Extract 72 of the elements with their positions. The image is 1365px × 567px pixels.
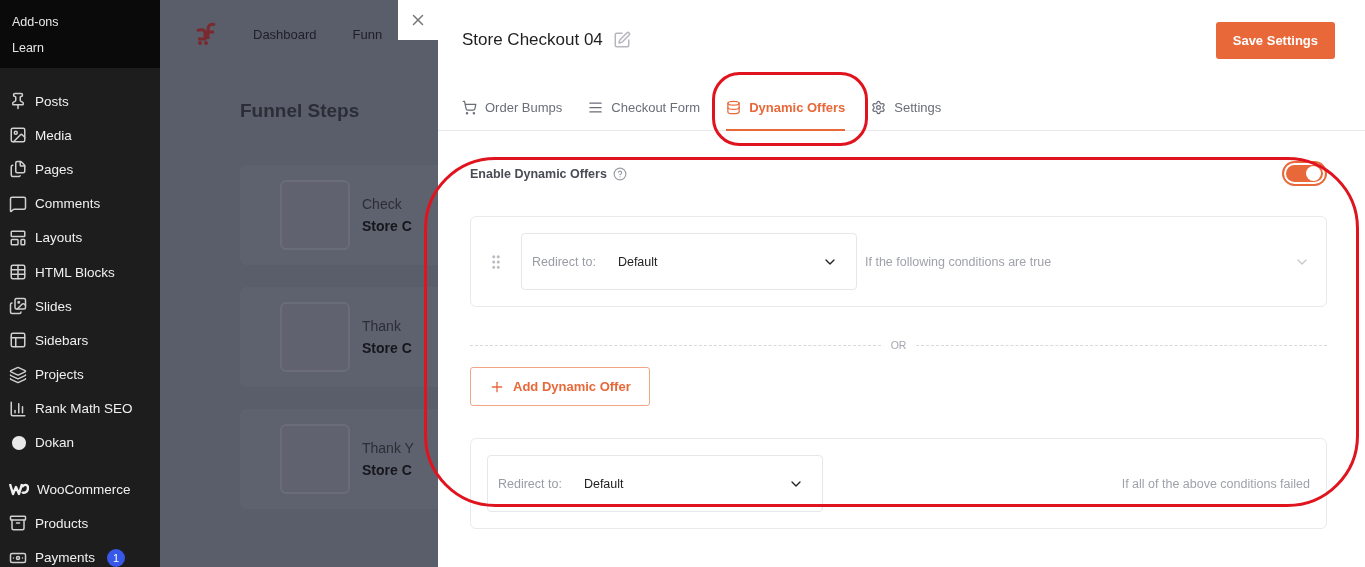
menu-label: Posts: [35, 93, 69, 109]
menu-item[interactable]: Pages: [0, 152, 160, 187]
step-name: Store C: [362, 340, 412, 356]
menu-label: Media: [35, 127, 72, 143]
condition-text: If the following conditions are true: [865, 254, 1053, 269]
menu-label: Projects: [35, 367, 84, 383]
menu-item[interactable]: Posts: [0, 84, 160, 119]
tab[interactable]: Order Bumps: [462, 88, 563, 131]
menu-label: Pages: [35, 161, 74, 177]
menu-item[interactable]: Sidebars: [0, 323, 160, 358]
close-button[interactable]: [398, 0, 438, 40]
menu-icon: [9, 297, 27, 316]
menu-label: Dokan: [35, 435, 75, 451]
tab-icon: [588, 100, 604, 115]
edit-icon[interactable]: [612, 31, 631, 49]
redirect-select[interactable]: Redirect to: Default: [521, 233, 857, 290]
cart-logo-icon: [195, 22, 217, 46]
or-separator: OR: [890, 339, 907, 351]
menu-label: WooCommerce: [37, 481, 131, 497]
redirect-label: Redirect to:: [532, 254, 596, 269]
drawer-title: Store Checkout 04: [462, 30, 603, 50]
menu-icon: [9, 514, 27, 533]
redirect-value: Default: [617, 254, 659, 269]
menu-item[interactable]: Add-ons: [0, 10, 160, 36]
tab-icon: [726, 100, 742, 115]
redirect-value: Default: [583, 476, 625, 491]
tab-icon: [871, 100, 887, 115]
step-type: Thank: [362, 318, 402, 334]
menu-icon: [9, 331, 27, 350]
w-logo-icon: [9, 482, 29, 497]
menu-item[interactable]: Products: [0, 506, 160, 541]
step-name: Store C: [362, 462, 413, 478]
menu-icon: [9, 399, 27, 418]
enable-label: Enable Dynamic Offers: [470, 166, 607, 181]
menu-icon: [9, 194, 27, 213]
menu-item[interactable]: Payments 1: [0, 540, 160, 567]
tab[interactable]: Checkout Form: [588, 88, 701, 131]
step-type: Thank Y: [362, 440, 414, 456]
menu-icon: [9, 126, 27, 145]
menu-item[interactable]: HTML Blocks: [0, 254, 160, 290]
menu-item[interactable]: Media: [0, 118, 160, 153]
menu-label: Slides: [35, 298, 72, 314]
condition-text: If all of the above conditions failed: [1120, 476, 1310, 491]
menu-item[interactable]: Projects: [0, 357, 160, 392]
menu-label: Sidebars: [35, 332, 89, 348]
menu-item[interactable]: Slides: [0, 289, 160, 324]
tab-icon: [462, 100, 477, 115]
tab[interactable]: Settings: [871, 88, 942, 131]
menu-icon: [9, 263, 27, 282]
help-icon[interactable]: [612, 166, 627, 181]
menu-item[interactable]: Learn: [0, 36, 160, 62]
toggle-switch[interactable]: [1282, 161, 1327, 186]
menu-item[interactable]: WooCommerce: [0, 472, 160, 507]
menu-item[interactable]: Dokan: [0, 425, 160, 461]
menu-icon: [9, 160, 27, 179]
menu-label: Products: [35, 515, 89, 531]
menu-label: HTML Blocks: [35, 264, 115, 280]
menu-icon: [9, 92, 27, 111]
menu-item[interactable]: Rank Math SEO: [0, 391, 160, 426]
menu-item[interactable]: Layouts: [0, 220, 160, 255]
step-type: Check: [362, 196, 403, 212]
step-name: Store C: [362, 218, 412, 234]
menu-label: Rank Math SEO: [35, 401, 133, 417]
menu-label: Payments: [35, 550, 96, 566]
redirect-select[interactable]: Redirect to: Default: [487, 455, 823, 512]
menu-item[interactable]: Comments: [0, 186, 160, 221]
menu-label: Comments: [35, 196, 101, 212]
menu-icon: [9, 365, 27, 384]
count-badge: 1: [107, 548, 126, 567]
redirect-label: Redirect to:: [498, 476, 562, 491]
menu-icon: [9, 228, 27, 247]
menu-label: Layouts: [35, 230, 83, 246]
